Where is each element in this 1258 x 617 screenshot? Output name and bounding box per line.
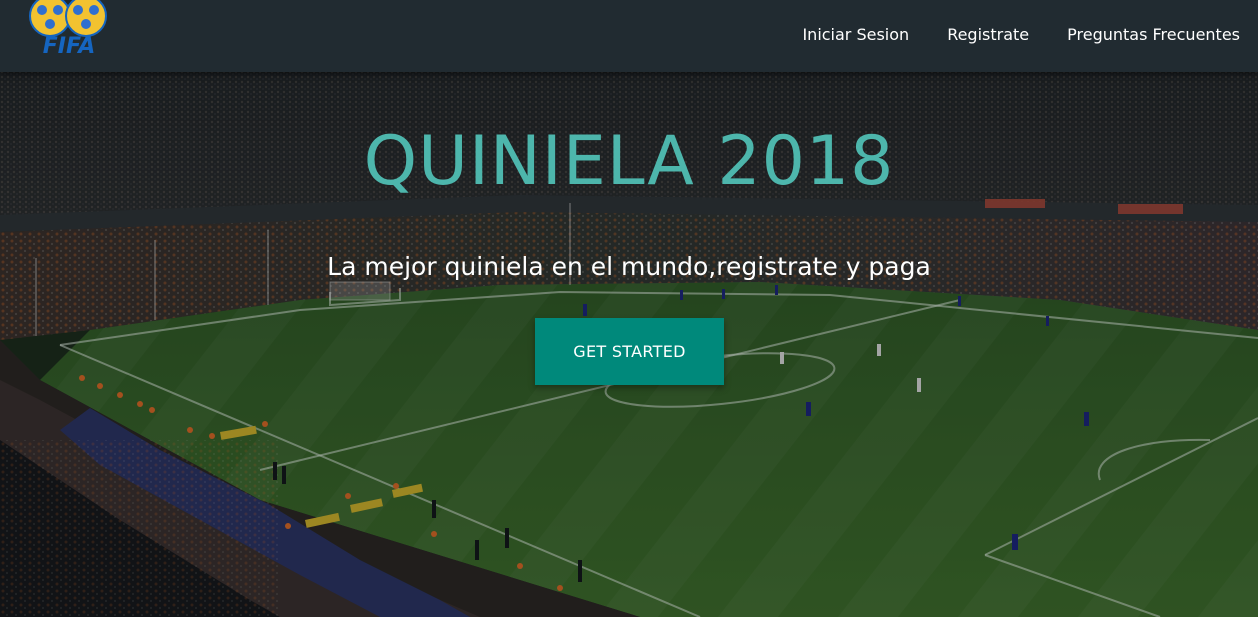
get-started-button[interactable]: GET STARTED — [535, 318, 724, 385]
hero-subtitle: La mejor quiniela en el mundo,registrate… — [327, 252, 931, 281]
nav-link-iniciar-sesion[interactable]: Iniciar Sesion — [802, 25, 909, 44]
landing-page: FIFA Iniciar Sesion Registrate Preguntas… — [0, 0, 1258, 617]
brand-text: FIFA — [42, 34, 96, 59]
brand-logo[interactable]: FIFA — [28, 0, 108, 66]
nav-link-registrate[interactable]: Registrate — [947, 25, 1029, 44]
nav-link-preguntas-frecuentes[interactable]: Preguntas Frecuentes — [1067, 25, 1240, 44]
hero-overlay — [0, 0, 1258, 617]
hero-title: QUINIELA 2018 — [363, 122, 895, 201]
navbar: FIFA Iniciar Sesion Registrate Preguntas… — [0, 0, 1258, 72]
nav-links: Iniciar Sesion Registrate Preguntas Frec… — [764, 0, 1240, 68]
